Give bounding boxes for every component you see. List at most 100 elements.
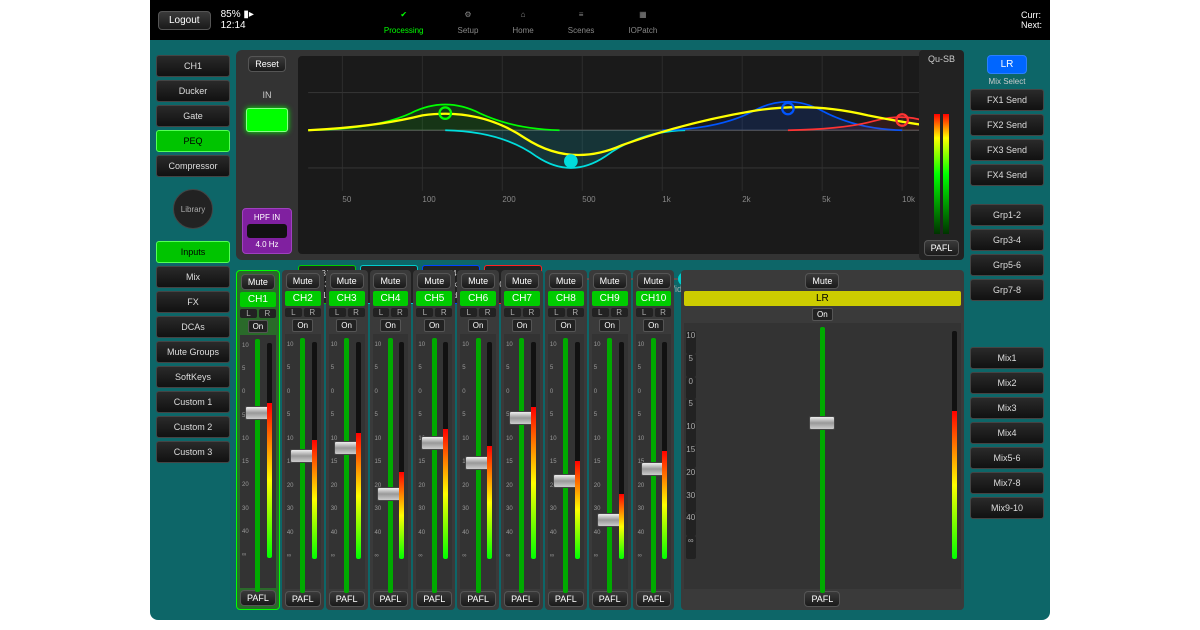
fader[interactable]: 105051015203040∞ [373,334,409,589]
mute-button[interactable]: Mute [241,274,275,290]
mix-mix1[interactable]: Mix1 [970,347,1044,369]
pafl-button[interactable]: PAFL [285,591,321,607]
fader[interactable]: 105051015203040∞ [592,334,628,589]
send-fx2-send[interactable]: FX2 Send [970,114,1044,136]
mix-mix5-6[interactable]: Mix5-6 [970,447,1044,469]
nav-scenes[interactable]: ≡Scenes [568,6,595,35]
mix-mix2[interactable]: Mix2 [970,372,1044,394]
on-button[interactable]: On [512,319,533,332]
fader[interactable]: 105051015203040∞ [460,334,496,589]
svg-text:5k: 5k [822,195,830,204]
nav-setup[interactable]: ⚙Setup [458,6,479,35]
grp-grp1-2[interactable]: Grp1-2 [970,204,1044,226]
tab-ch1[interactable]: CH1 [156,55,230,77]
library-button[interactable]: Library [173,189,213,229]
reset-button[interactable]: Reset [248,56,286,72]
grp-grp5-6[interactable]: Grp5-6 [970,254,1044,276]
pafl-button[interactable]: PAFL [240,590,276,606]
eq-graph[interactable]: 501002005001k2k5k10k 3/463.3 Hz3.1 dB3/4… [298,56,958,254]
tab-mute-groups[interactable]: Mute Groups [156,341,230,363]
tab-ducker[interactable]: Ducker [156,80,230,102]
mix-select-label: Mix Select [989,77,1026,86]
grp-grp7-8[interactable]: Grp7-8 [970,279,1044,301]
tab-peq[interactable]: PEQ [156,130,230,152]
on-button[interactable]: On [812,308,833,321]
fader[interactable]: 105051015203040∞ [240,335,276,588]
tab-custom-1[interactable]: Custom 1 [156,391,230,413]
channel-meter [619,342,624,559]
fader[interactable]: 105051015203040∞ [285,334,321,589]
channel-meter [443,342,448,559]
nav-home[interactable]: ⌂Home [512,6,533,35]
clock-label: 12:14 [221,20,254,31]
channel-meter [312,342,317,559]
hpf-toggle[interactable] [247,224,287,238]
mute-button[interactable]: Mute [549,273,583,289]
tab-custom-3[interactable]: Custom 3 [156,441,230,463]
tab-dcas[interactable]: DCAs [156,316,230,338]
on-button[interactable]: On [599,319,620,332]
fader[interactable]: 105051015203040∞ [636,334,672,589]
fader[interactable]: 105051015203040∞ [548,334,584,589]
pafl-button[interactable]: PAFL [329,591,365,607]
send-fx1-send[interactable]: FX1 Send [970,89,1044,111]
nav-iopatch[interactable]: ▦IOPatch [628,6,657,35]
send-fx3-send[interactable]: FX3 Send [970,139,1044,161]
lr-select-button[interactable]: LR [987,55,1027,74]
on-button[interactable]: On [336,319,357,332]
pafl-button[interactable]: PAFL [804,591,840,607]
on-button[interactable]: On [292,319,313,332]
mute-button[interactable]: Mute [593,273,627,289]
tab-softkeys[interactable]: SoftKeys [156,366,230,388]
mute-button[interactable]: Mute [637,273,671,289]
logout-button[interactable]: Logout [158,11,211,30]
fader[interactable]: 105051015203040∞ [504,334,540,589]
mute-button[interactable]: Mute [286,273,320,289]
on-button[interactable]: On [643,319,664,332]
mute-button[interactable]: Mute [373,273,407,289]
tab-mix[interactable]: Mix [156,266,230,288]
tab-fx[interactable]: FX [156,291,230,313]
svg-text:1k: 1k [662,195,670,204]
mute-button[interactable]: Mute [805,273,839,289]
mix-mix9-10[interactable]: Mix9-10 [970,497,1044,519]
pafl-button[interactable]: PAFL [373,591,409,607]
fader-knob[interactable] [809,416,835,430]
grid-icon: ▦ [634,6,652,24]
send-fx4-send[interactable]: FX4 Send [970,164,1044,186]
tab-compressor[interactable]: Compressor [156,155,230,177]
tab-inputs[interactable]: Inputs [156,241,230,263]
pafl-button[interactable]: PAFL [504,591,540,607]
on-button[interactable]: On [468,319,489,332]
mix-mix4[interactable]: Mix4 [970,422,1044,444]
fader[interactable]: 105051015203040∞ [416,334,452,589]
fader[interactable]: 105051015203040∞ [329,334,365,589]
pafl-button[interactable]: PAFL [924,240,960,256]
pafl-button[interactable]: PAFL [460,591,496,607]
tab-gate[interactable]: Gate [156,105,230,127]
mute-button[interactable]: Mute [330,273,364,289]
in-toggle[interactable] [246,108,288,132]
mute-button[interactable]: Mute [461,273,495,289]
channel-strip-lr: MuteLROn105051015203040∞PAFL [681,270,964,610]
on-button[interactable]: On [248,320,269,333]
nav-processing[interactable]: ✔Processing [384,6,424,35]
mix-mix3[interactable]: Mix3 [970,397,1044,419]
on-button[interactable]: On [424,319,445,332]
fader[interactable]: 105051015203040∞ [684,323,961,589]
on-button[interactable]: On [380,319,401,332]
brand-label: Qu-SB [928,54,955,64]
pafl-button[interactable]: PAFL [548,591,584,607]
grp-grp3-4[interactable]: Grp3-4 [970,229,1044,251]
pafl-button[interactable]: PAFL [592,591,628,607]
pafl-button[interactable]: PAFL [416,591,452,607]
mix-mix7-8[interactable]: Mix7-8 [970,472,1044,494]
hpf-panel[interactable]: HPF IN 4.0 Hz [242,208,292,254]
mute-button[interactable]: Mute [505,273,539,289]
on-button[interactable]: On [555,319,576,332]
eq-curve-svg: 501002005001k2k5k10k [298,56,958,205]
tab-custom-2[interactable]: Custom 2 [156,416,230,438]
pafl-button[interactable]: PAFL [636,591,672,607]
mute-button[interactable]: Mute [417,273,451,289]
channel-meter [531,342,536,559]
